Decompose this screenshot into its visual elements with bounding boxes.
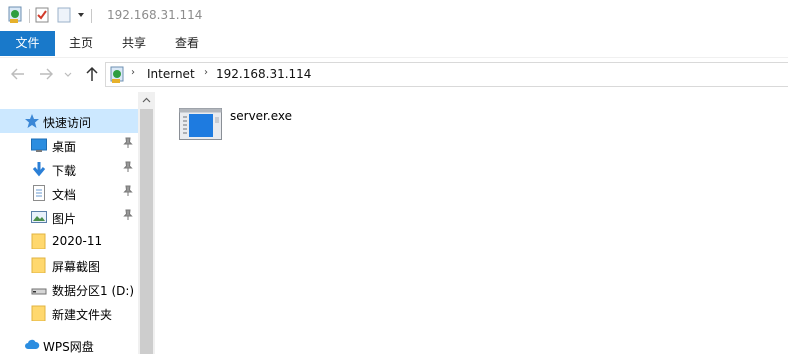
sidebar-item-label: 新建文件夹 <box>52 308 113 322</box>
title-bar: 192.168.31.114 <box>0 0 788 31</box>
sidebar-item-label: 文档 <box>52 188 77 202</box>
cloud-icon <box>24 337 40 353</box>
sidebar-item-quick-access[interactable]: 快速访问 <box>0 109 138 133</box>
document-icon <box>31 185 47 201</box>
drive-icon <box>31 281 47 297</box>
scroll-up-icon[interactable] <box>138 92 155 109</box>
properties-icon[interactable] <box>35 7 49 26</box>
sidebar-item-drive-d[interactable]: 数据分区1 (D:) <box>0 277 138 301</box>
breadcrumb-separator-icon[interactable]: › <box>204 67 208 78</box>
download-icon <box>31 161 47 177</box>
file-name: server.exe <box>230 109 292 123</box>
star-icon <box>24 113 40 129</box>
window-title: 192.168.31.114 <box>107 8 203 22</box>
sidebar-item-2020-11[interactable]: 2020-11 <box>0 229 138 253</box>
back-button[interactable] <box>8 64 28 84</box>
toolbar-separator <box>91 9 92 23</box>
recent-locations-chevron-icon[interactable] <box>61 64 75 84</box>
pictures-icon <box>31 209 47 225</box>
forward-button[interactable] <box>36 64 56 84</box>
desktop-icon <box>31 137 47 153</box>
address-bar[interactable]: › Internet › 192.168.31.114 <box>105 62 788 87</box>
folder-icon <box>31 233 47 250</box>
folder-icon <box>31 257 47 274</box>
sidebar-item-desktop[interactable]: 桌面 <box>0 133 138 157</box>
file-list: server.exe <box>155 92 788 354</box>
pin-icon[interactable] <box>123 137 133 151</box>
navigation-pane-scrollbar[interactable] <box>138 92 155 354</box>
sidebar-item-pictures[interactable]: 图片 <box>0 205 138 229</box>
sidebar-item-new-folder[interactable]: 新建文件夹 <box>0 301 138 325</box>
tab-share[interactable]: 共享 <box>112 31 156 56</box>
folder-icon <box>31 305 47 322</box>
tab-view[interactable]: 查看 <box>165 31 209 56</box>
executable-icon <box>179 108 222 140</box>
sidebar-item-label: 下载 <box>52 164 77 178</box>
sidebar-item-downloads[interactable]: 下载 <box>0 157 138 181</box>
breadcrumb-separator-icon[interactable]: › <box>131 67 135 78</box>
breadcrumb-internet[interactable]: Internet <box>147 67 195 81</box>
sidebar-item-label: 图片 <box>52 212 77 226</box>
pin-icon[interactable] <box>123 161 133 175</box>
breadcrumb-host[interactable]: 192.168.31.114 <box>216 67 311 81</box>
sidebar-item-screenshots[interactable]: 屏幕截图 <box>0 253 138 277</box>
sidebar-item-label: 快速访问 <box>43 116 92 130</box>
tab-home[interactable]: 主页 <box>59 31 103 56</box>
ribbon: 文件 主页 共享 查看 <box>0 31 788 57</box>
toolbar-separator <box>29 9 30 23</box>
file-item[interactable]: server.exe <box>179 106 329 142</box>
quick-access-toolbar <box>8 6 97 26</box>
network-location-icon <box>110 66 126 87</box>
pin-icon[interactable] <box>123 185 133 199</box>
sidebar-item-wps-cloud[interactable]: WPS网盘 <box>0 333 138 357</box>
up-button[interactable] <box>82 64 102 84</box>
customize-toolbar-chevron-icon[interactable] <box>76 9 86 23</box>
new-folder-icon[interactable] <box>57 7 71 26</box>
scroll-thumb[interactable] <box>140 109 153 354</box>
sidebar-item-label: 2020-11 <box>52 234 103 248</box>
tab-file[interactable]: 文件 <box>0 31 55 56</box>
sidebar-item-label: 桌面 <box>52 140 77 154</box>
sidebar-item-label: WPS网盘 <box>43 340 94 354</box>
network-location-icon <box>8 6 24 27</box>
pin-icon[interactable] <box>123 209 133 223</box>
sidebar-item-documents[interactable]: 文档 <box>0 181 138 205</box>
sidebar-item-label: 屏幕截图 <box>52 260 101 274</box>
navigation-bar: › Internet › 192.168.31.114 <box>0 58 788 91</box>
navigation-pane: 快速访问 桌面 下载 文档 图片 2020-11 屏幕截图 数据分区1 (D:)… <box>0 92 155 354</box>
sidebar-item-label: 数据分区1 (D:) <box>52 284 135 298</box>
